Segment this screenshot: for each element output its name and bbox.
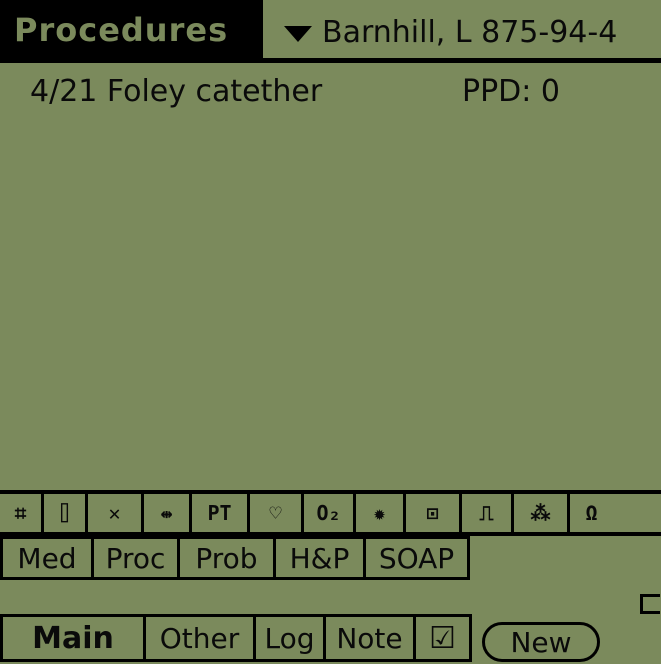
- tab-proc[interactable]: Proc: [94, 536, 180, 580]
- note-corner-icon: [640, 594, 660, 614]
- grid-bug-icon[interactable]: ⌗: [0, 494, 44, 532]
- title-divider: [0, 58, 661, 63]
- procedure-record[interactable]: 4/21 Foley catether PPD: 0: [30, 74, 560, 109]
- arrows-icon[interactable]: ⇹: [144, 494, 192, 532]
- heart-icon[interactable]: ♡: [250, 494, 304, 532]
- module-tabs: Med Proc Prob H&P SOAP: [0, 536, 470, 580]
- checkbox-icon[interactable]: ☑: [416, 614, 472, 662]
- pulse-icon[interactable]: ⎍: [462, 494, 514, 532]
- tab-prob[interactable]: Prob: [180, 536, 276, 580]
- bug-icon[interactable]: ✹: [356, 494, 406, 532]
- category-icon-bar: ⌗ ⌷ ✕ ⇹ PT ♡ O₂ ✹ ⊡ ⎍ ⁂ Ω: [0, 490, 661, 536]
- patient-name[interactable]: Barnhill, L 875-94-4: [322, 15, 617, 50]
- patient-selector[interactable]: Barnhill, L 875-94-4: [284, 10, 617, 54]
- tab-main[interactable]: Main: [0, 614, 146, 662]
- main-tabs: Main Other Log Note ☑: [0, 614, 472, 662]
- tab-note[interactable]: Note: [326, 614, 416, 662]
- tab-h-and-p[interactable]: H&P: [276, 536, 366, 580]
- new-button[interactable]: New: [482, 622, 600, 662]
- screen-title: Procedures: [0, 0, 263, 60]
- beaker-icon[interactable]: ⊡: [406, 494, 462, 532]
- dropdown-triangle-icon[interactable]: [284, 26, 312, 42]
- tab-med[interactable]: Med: [0, 536, 94, 580]
- tab-other[interactable]: Other: [146, 614, 256, 662]
- ppd-value: PPD: 0: [462, 74, 561, 109]
- cross-icon[interactable]: ✕: [88, 494, 144, 532]
- tab-soap[interactable]: SOAP: [366, 536, 470, 580]
- capsule-icon[interactable]: ⌷: [44, 494, 88, 532]
- oxygen-icon[interactable]: O₂: [304, 494, 356, 532]
- pt-ptt-icon[interactable]: PT: [192, 494, 250, 532]
- tab-log[interactable]: Log: [256, 614, 326, 662]
- lungs-icon[interactable]: Ω: [570, 494, 613, 532]
- cells-icon[interactable]: ⁂: [514, 494, 570, 532]
- procedure-text[interactable]: 4/21 Foley catether: [30, 74, 322, 109]
